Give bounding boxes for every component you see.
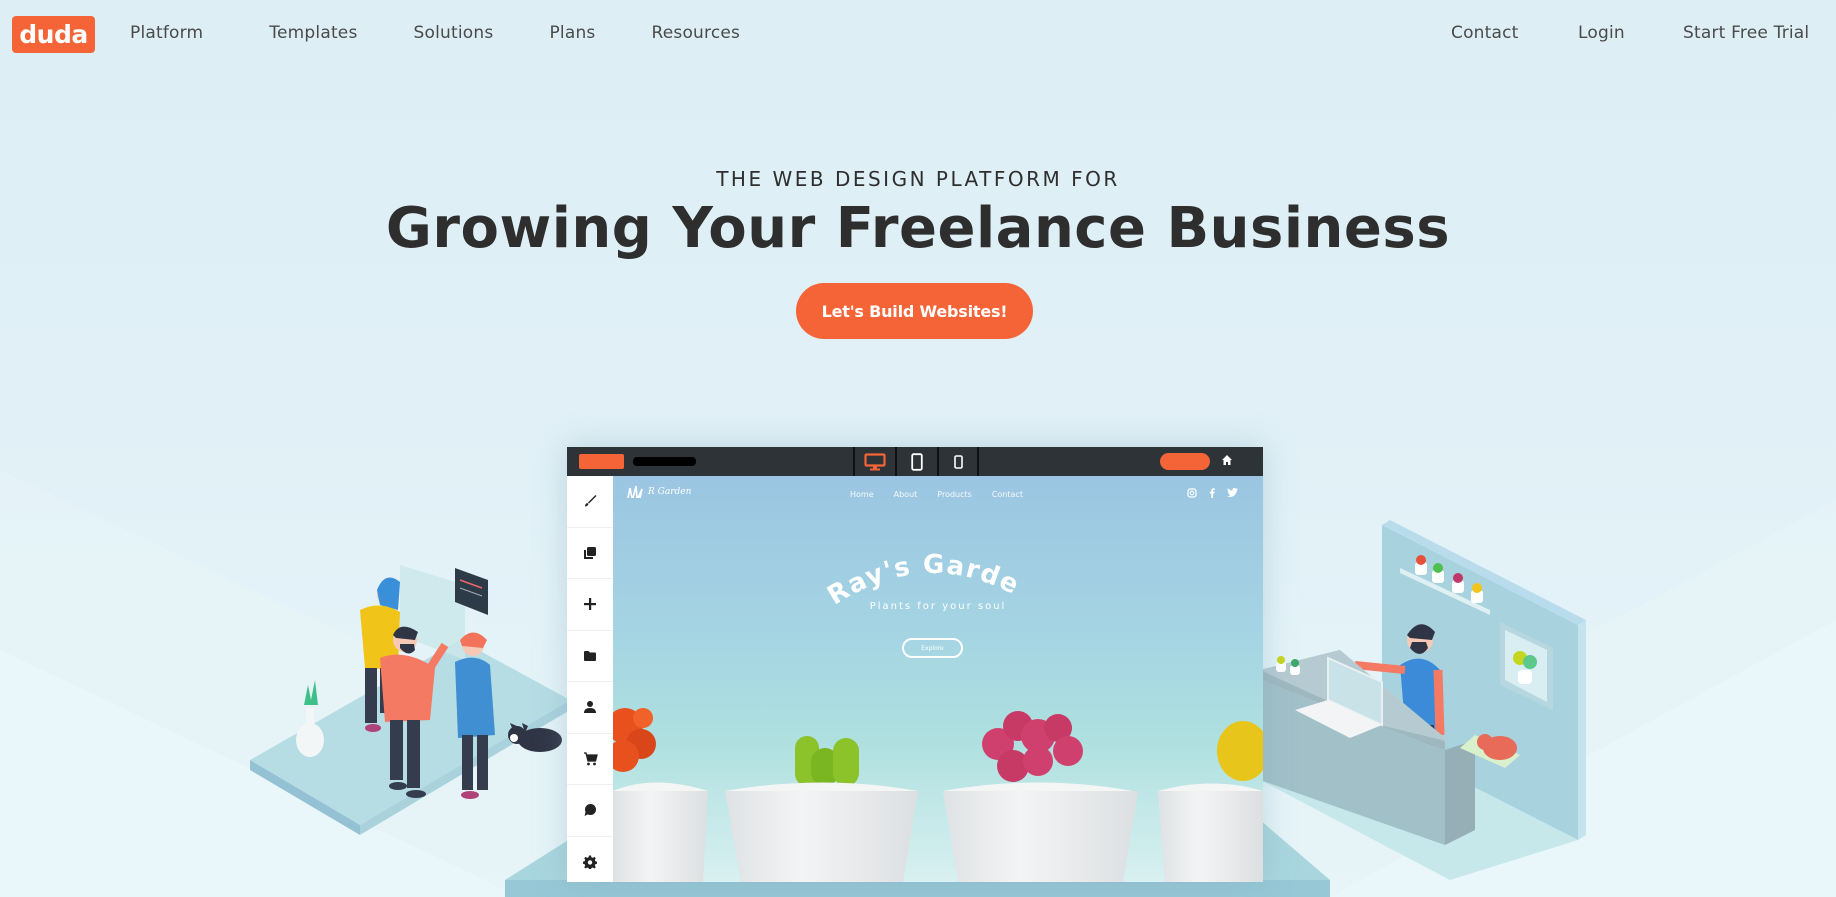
sidebar-pages[interactable] xyxy=(567,528,613,579)
site-preview: R Garden Home About Products Contact Ray… xyxy=(613,476,1263,882)
editor-site-title-placeholder xyxy=(633,457,696,466)
cactus-green xyxy=(795,736,859,786)
hero-headline: Growing Your Freelance Business xyxy=(385,196,1451,261)
svg-text:Ray's Garden: Ray's Garden xyxy=(613,476,1025,611)
nav-item-plans[interactable]: Plans xyxy=(549,23,595,43)
site-subtitle: Plants for your soul xyxy=(869,601,1007,612)
add-icon xyxy=(584,598,596,611)
top-navigation: duda Platform Templates Solutions Plans … xyxy=(0,0,1836,68)
sidebar-personalize[interactable] xyxy=(567,682,613,734)
start-free-trial-link[interactable]: Start Free Trial xyxy=(1683,23,1809,43)
site-explore-button[interactable]: Explore xyxy=(902,638,963,658)
cacti-row xyxy=(613,708,1263,882)
cart-icon xyxy=(583,752,598,766)
cactus-yellow xyxy=(1217,721,1263,781)
sidebar-design[interactable] xyxy=(567,476,613,528)
device-mobile[interactable] xyxy=(937,447,979,476)
shop-owner-illustration xyxy=(1260,520,1586,880)
editor-menu-button[interactable] xyxy=(579,454,624,469)
sidebar-comments[interactable] xyxy=(567,785,613,837)
tablet-icon xyxy=(911,452,923,471)
device-tablet[interactable] xyxy=(895,447,937,476)
device-switcher xyxy=(853,447,979,476)
gear-icon xyxy=(583,855,597,870)
nav-item-resources[interactable]: Resources xyxy=(651,23,740,43)
lets-build-websites-button[interactable]: Let's Build Websites! xyxy=(796,283,1033,339)
site-title-arc: Ray's Garden xyxy=(613,476,1025,611)
nav-item-platform[interactable]: Platform xyxy=(130,23,203,43)
mobile-icon xyxy=(953,454,963,469)
cactus-pink xyxy=(982,711,1083,782)
brush-icon xyxy=(585,495,597,507)
pot-3 xyxy=(943,791,1138,882)
home-icon[interactable] xyxy=(1221,454,1233,466)
sidebar-content[interactable] xyxy=(567,631,613,682)
hero-eyebrow: THE WEB DESIGN PLATFORM FOR xyxy=(716,167,1120,191)
pot-1 xyxy=(613,791,708,882)
duda-logo[interactable]: duda xyxy=(12,16,95,53)
sidebar-settings[interactable] xyxy=(567,837,613,889)
editor-publish-button[interactable] xyxy=(1160,453,1210,470)
site-title: Ray's Garden xyxy=(613,476,1023,611)
nav-item-login[interactable]: Login xyxy=(1578,23,1625,43)
editor-toolbar xyxy=(567,447,1263,476)
nav-item-contact[interactable]: Contact xyxy=(1451,23,1519,43)
pot-4 xyxy=(1158,791,1263,882)
nav-item-solutions[interactable]: Solutions xyxy=(414,23,494,43)
pages-icon xyxy=(584,546,596,559)
pot-2 xyxy=(725,791,918,882)
desktop-icon xyxy=(864,452,886,470)
editor-mockup: R Garden Home About Products Contact Ray… xyxy=(567,447,1263,882)
cactus-orange xyxy=(613,708,656,772)
device-desktop[interactable] xyxy=(853,447,895,476)
primary-nav: Platform Templates Solutions Plans Resou… xyxy=(130,23,740,43)
sidebar-add[interactable] xyxy=(567,579,613,631)
editor-sidebar xyxy=(567,476,613,882)
chat-icon xyxy=(584,804,596,817)
folder-icon xyxy=(584,650,596,661)
sidebar-store[interactable] xyxy=(567,734,613,785)
team-collaborating-illustration xyxy=(250,565,570,835)
person-icon xyxy=(584,701,596,714)
nav-item-templates[interactable]: Templates xyxy=(269,23,357,43)
